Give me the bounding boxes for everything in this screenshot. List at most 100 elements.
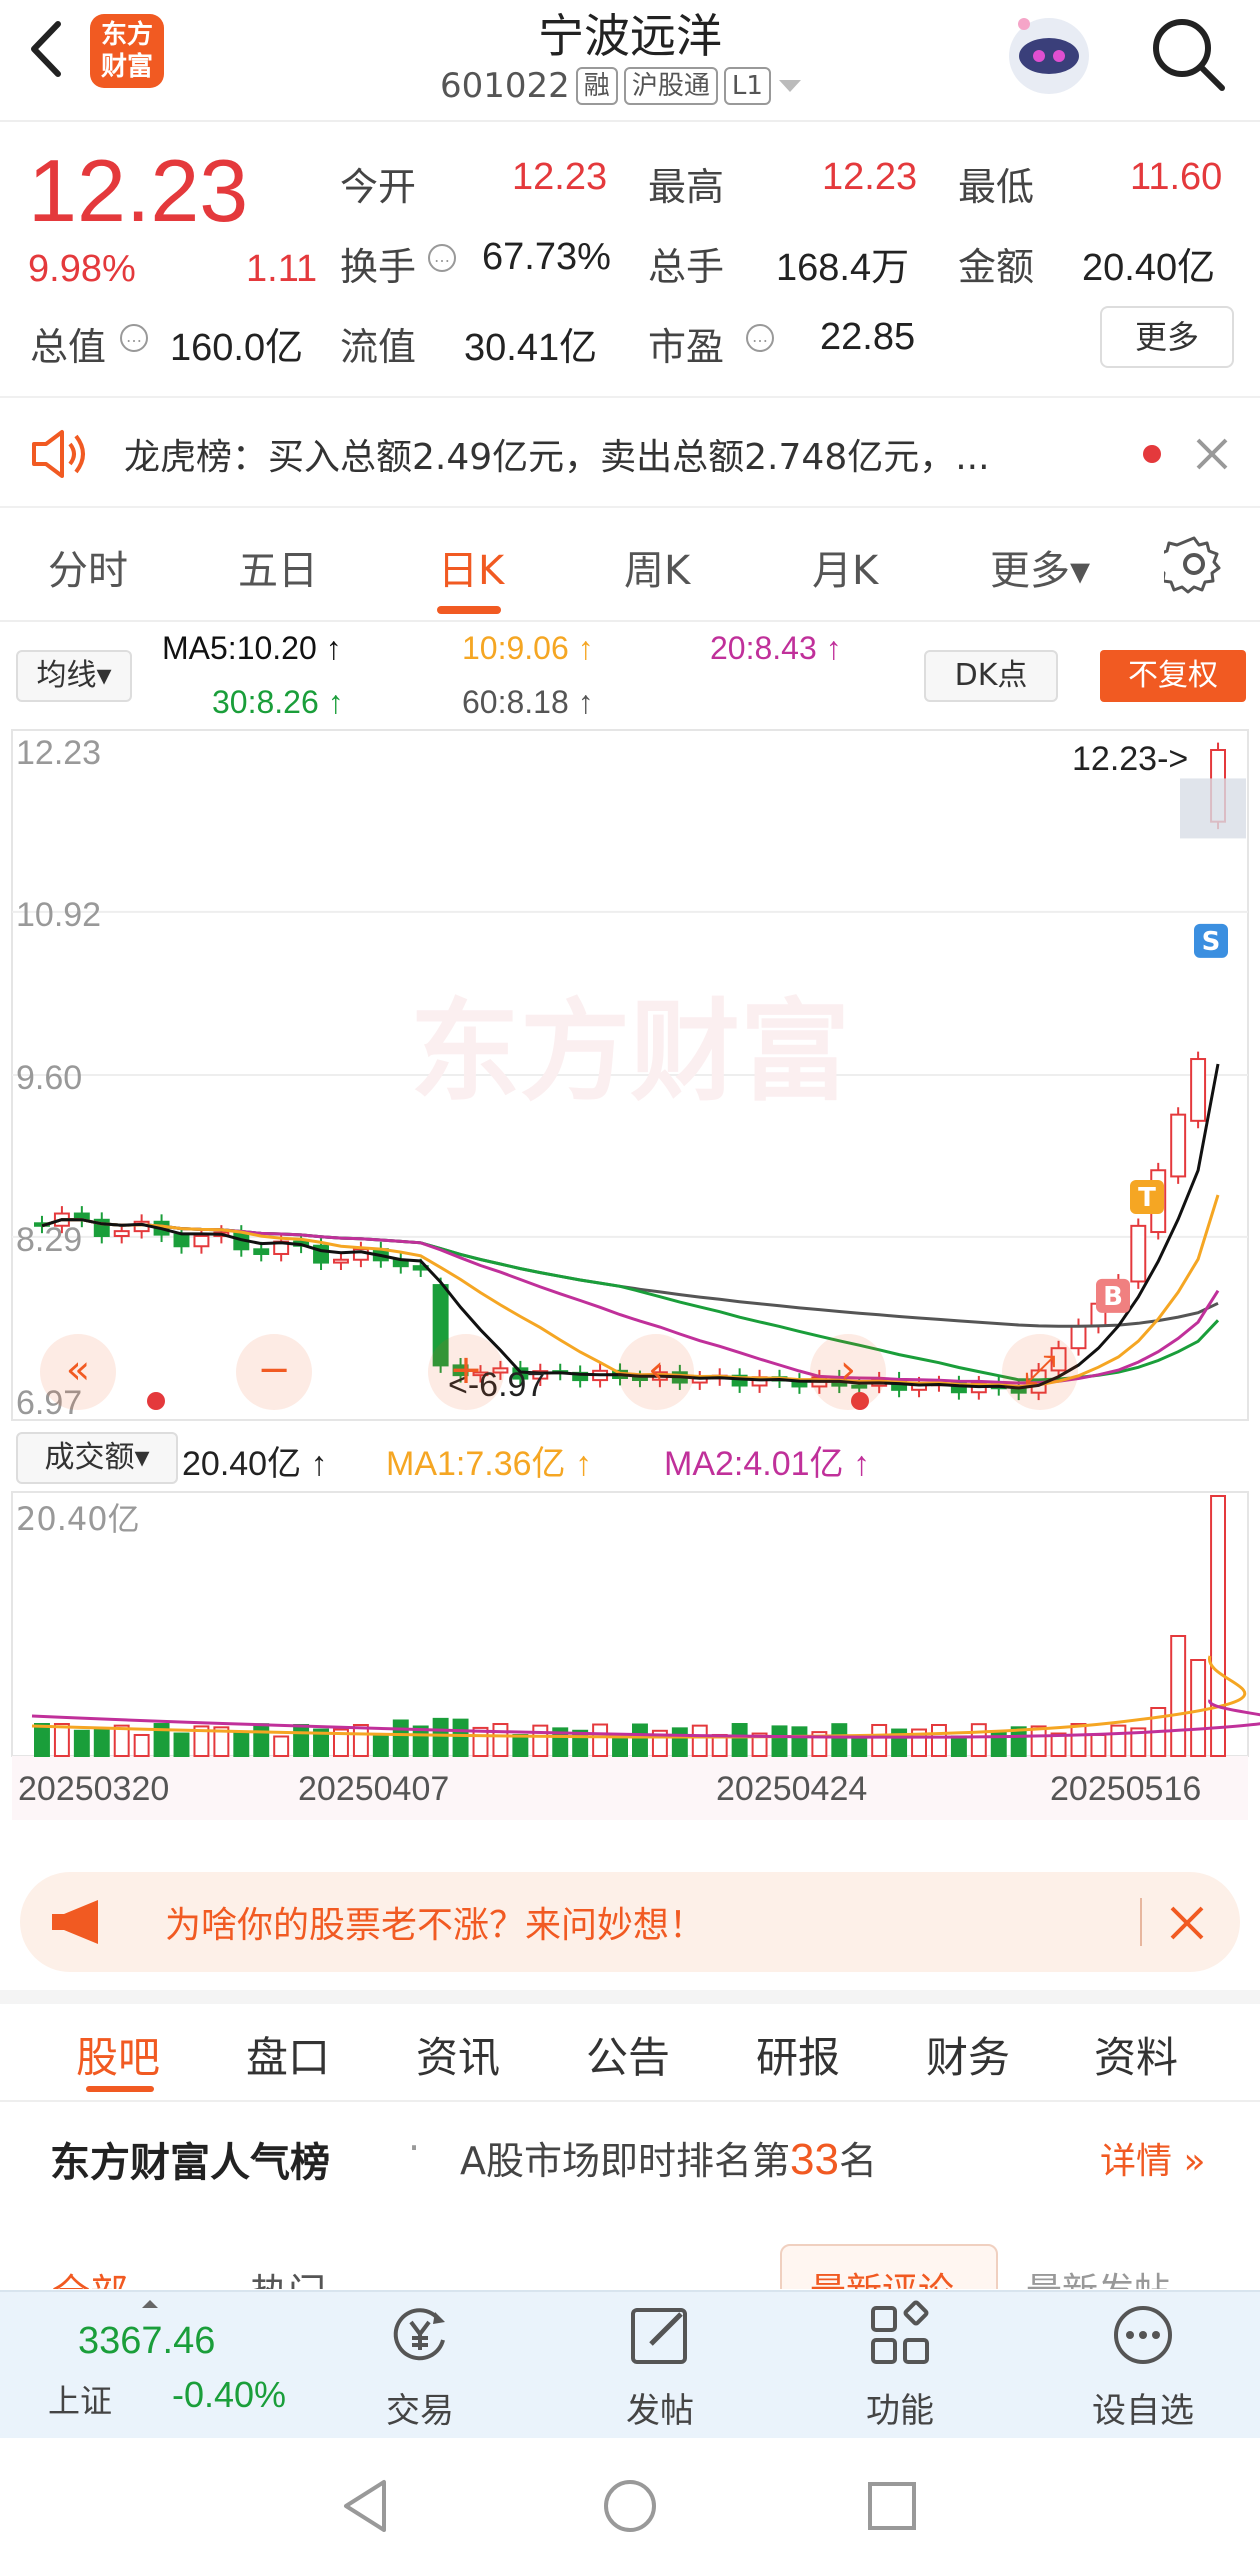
candle-body [1070, 1324, 1087, 1350]
price-axis-label: 12.23 [16, 734, 101, 772]
volume-label: 总手 [648, 245, 725, 289]
tab-more[interactable]: 更多▾ [990, 538, 1090, 596]
volume-bar [1170, 1635, 1187, 1757]
index-change: -0.40% [172, 2374, 287, 2415]
add-watchlist-button[interactable]: 设自选 [1078, 2300, 1208, 2432]
date-axis-label: 20250320 [18, 1770, 169, 1808]
gear-icon[interactable] [1164, 534, 1224, 594]
tab-daily-k[interactable]: 日K [438, 538, 504, 596]
functions-button[interactable]: 功能 [840, 2300, 960, 2432]
megaphone-icon [52, 1900, 98, 1944]
volume-bar [1030, 1725, 1047, 1757]
tab-financials[interactable]: 财务 [926, 2024, 1010, 2085]
ma10-value: 10:9.06 ↑ [462, 630, 594, 666]
collapse-up-icon[interactable] [140, 2298, 160, 2310]
ranking-number: 33 [790, 2135, 839, 2184]
scroll-far-left-button[interactable]: « [40, 1334, 116, 1410]
news-ticker[interactable]: 龙虎榜：买入总额2.49亿元，卖出总额2.748亿元，... [0, 396, 1260, 508]
volume-bar [532, 1724, 549, 1757]
nav-home-icon[interactable] [602, 2478, 658, 2534]
scroll-left-button[interactable]: ‹ [618, 1334, 694, 1410]
volume-bar [293, 1723, 310, 1757]
tab-latest-post[interactable]: 最新发帖 [1026, 2262, 1170, 2289]
more-button[interactable]: 更多 [1100, 306, 1234, 368]
volume-bar [851, 1735, 868, 1757]
close-icon[interactable] [1166, 1902, 1208, 1944]
volume-bar [871, 1723, 888, 1757]
tab-latest-comment[interactable]: 最新评论 [810, 2262, 954, 2289]
ai-assistant-banner[interactable]: 为啥你的股票老不涨？来问妙想！ [20, 1872, 1240, 1972]
info-icon[interactable]: … [740, 310, 780, 354]
candle-body [333, 1258, 349, 1264]
search-icon[interactable] [1148, 14, 1228, 94]
volume-bar [492, 1723, 509, 1757]
date-axis-label: 20250407 [298, 1770, 449, 1808]
tab-hot[interactable]: 热门 [250, 2262, 326, 2289]
tab-profile[interactable]: 资料 [1094, 2024, 1178, 2085]
dk-point-selector[interactable]: DK点 [924, 650, 1058, 702]
tab-guba[interactable]: 股吧 [76, 2024, 160, 2085]
float-cap-value: 30.41亿 [464, 327, 598, 369]
tab-announcements[interactable]: 公告 [586, 2024, 670, 2085]
volume-bar [970, 1723, 987, 1757]
info-icon[interactable]: … [118, 322, 150, 354]
volume-bar [1110, 1724, 1127, 1757]
volume-bar [950, 1735, 967, 1758]
price-axis-label: 10.92 [16, 896, 101, 934]
tab-five-day[interactable]: 五日 [238, 538, 318, 596]
ranking-detail-link[interactable]: 详情 » [1100, 2132, 1206, 2184]
selection-highlight [1180, 778, 1246, 839]
kline-tabs: 分时 五日 日K 周K 月K 更多▾ [0, 508, 1260, 622]
scroll-right-button[interactable]: › [810, 1334, 886, 1410]
info-icon[interactable]: … [426, 242, 458, 274]
candle-body [1130, 1224, 1147, 1283]
volume-bar [1190, 1659, 1207, 1757]
stock-name: 宁波远洋 [538, 9, 722, 63]
tab-monthly-k[interactable]: 月K [812, 538, 878, 596]
close-icon[interactable] [1192, 434, 1232, 474]
tab-weekly-k[interactable]: 周K [624, 538, 690, 596]
candle-body [113, 1230, 130, 1237]
change-percent: 9.98% [28, 248, 136, 290]
nav-back-icon[interactable] [340, 2478, 390, 2534]
high-value: 12.23 [822, 156, 918, 198]
system-nav-bar [0, 2438, 1260, 2568]
fullscreen-button[interactable]: ⤢ [1002, 1334, 1078, 1410]
post-button[interactable]: 发帖 [600, 2300, 720, 2432]
no-adjust-button[interactable]: 不复权 [1100, 650, 1246, 702]
tab-all[interactable]: 全部 [52, 2262, 128, 2289]
high-label: 最高 [648, 165, 725, 209]
tab-news[interactable]: 资讯 [416, 2024, 500, 2085]
market-cap-label: 总值 [30, 325, 107, 369]
svg-text:…: … [434, 247, 450, 266]
candle-body [173, 1233, 190, 1248]
news-text: 龙虎榜：买入总额2.49亿元，卖出总额2.748亿元，... [124, 437, 990, 478]
amount-label: 金额 [958, 245, 1035, 289]
tab-intraday[interactable]: 分时 [48, 538, 128, 596]
ma-selector[interactable]: 均线▾ [16, 650, 132, 702]
volume-bar [392, 1719, 409, 1757]
volume-indicator-selector[interactable]: 成交额▾ [16, 1432, 178, 1484]
active-tab-indicator [437, 606, 501, 614]
tab-pankou[interactable]: 盘口 [246, 2024, 330, 2085]
index-value[interactable]: 3367.46 [78, 2320, 215, 2363]
price-axis-label: 9.60 [16, 1059, 82, 1097]
zoom-out-button[interactable]: − [236, 1334, 312, 1410]
turnover-label: 换手 [340, 245, 417, 289]
zoom-in-button[interactable]: + [428, 1334, 504, 1410]
volume-axis-label: 20.40亿 [16, 1500, 140, 1538]
nav-recents-icon[interactable] [866, 2480, 918, 2532]
kline-chart[interactable]: 12.2310.929.608.296.97东方财富12.23-><-6.97S… [0, 720, 1260, 1820]
tab-research[interactable]: 研报 [756, 2024, 840, 2085]
stock-code-row[interactable]: 601022 融 沪股通 L1 [440, 66, 803, 106]
assistant-robot-icon[interactable] [1004, 10, 1094, 98]
dropdown-triangle-icon [778, 80, 801, 92]
level-tag: L1 [723, 67, 771, 105]
banner-text: 为啥你的股票老不涨？来问妙想！ [165, 1905, 706, 1946]
back-arrow-icon[interactable] [22, 14, 72, 84]
volume-bar [1210, 1495, 1226, 1757]
candle-body [1190, 1058, 1207, 1122]
trade-button[interactable]: 交易 [360, 2300, 480, 2432]
ma5-value: MA5:10.20 ↑ [162, 630, 342, 666]
volume-bar [273, 1735, 290, 1758]
